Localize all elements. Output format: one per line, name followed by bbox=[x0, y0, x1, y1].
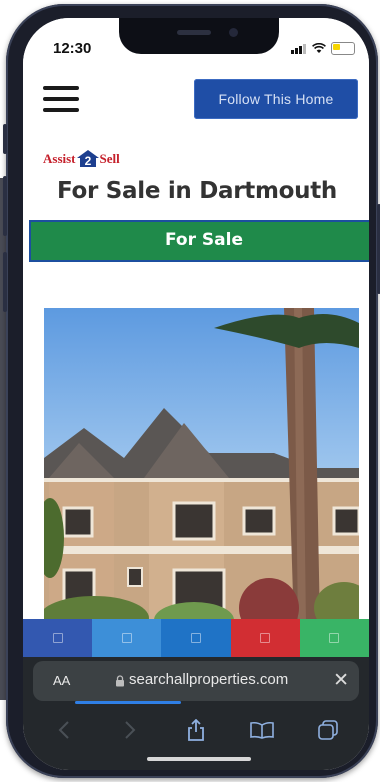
page-load-progress bbox=[75, 701, 181, 704]
share-button-1[interactable] bbox=[23, 619, 93, 657]
brand-logo: Assist 2 Sell bbox=[43, 150, 120, 167]
share-icon bbox=[121, 633, 132, 643]
back-icon[interactable] bbox=[50, 716, 78, 744]
logo-text-right: Sell bbox=[99, 150, 120, 166]
browser-toolbar bbox=[23, 713, 369, 747]
share-sheet-icon[interactable] bbox=[182, 716, 210, 744]
share-strip bbox=[23, 619, 369, 657]
volume-up-button bbox=[3, 176, 7, 236]
address-bar[interactable]: AA searchallproperties.com ✕ bbox=[33, 661, 359, 704]
logo-text-left: Assist bbox=[43, 150, 76, 166]
page-title: For Sale in Dartmouth bbox=[57, 178, 337, 204]
home-indicator[interactable] bbox=[147, 757, 251, 761]
logo-house-icon: 2 bbox=[76, 150, 99, 167]
status-banner: For Sale bbox=[31, 222, 369, 260]
logo-mark-digit: 2 bbox=[84, 154, 91, 167]
share-icon bbox=[260, 633, 271, 643]
status-banner-label: For Sale bbox=[165, 230, 243, 250]
cellular-signal-icon bbox=[291, 43, 307, 54]
share-button-4[interactable] bbox=[230, 619, 300, 657]
share-button-5[interactable] bbox=[299, 619, 369, 657]
volume-down-button bbox=[3, 252, 7, 312]
url-text[interactable]: searchallproperties.com bbox=[129, 671, 288, 688]
bookmarks-icon[interactable] bbox=[248, 716, 276, 744]
status-time: 12:30 bbox=[53, 40, 92, 57]
wifi-icon bbox=[312, 43, 326, 53]
hamburger-menu-icon[interactable] bbox=[43, 86, 79, 116]
status-icons bbox=[291, 42, 355, 55]
browser-chrome: AA searchallproperties.com ✕ bbox=[23, 657, 369, 770]
site-header: Follow This Home bbox=[23, 70, 369, 140]
house-photo-illustration bbox=[44, 308, 359, 628]
follow-home-button[interactable]: Follow This Home bbox=[194, 79, 358, 119]
share-icon bbox=[329, 633, 340, 643]
speaker-grille bbox=[177, 30, 211, 35]
phone-screen: 12:30 Follow This Home Assist 2 Sell For… bbox=[23, 18, 369, 770]
listing-photo[interactable] bbox=[44, 308, 359, 628]
share-icon bbox=[52, 633, 63, 643]
share-button-3[interactable] bbox=[161, 619, 231, 657]
share-button-2[interactable] bbox=[92, 619, 162, 657]
tabs-icon[interactable] bbox=[314, 716, 342, 744]
close-icon[interactable]: ✕ bbox=[333, 669, 349, 691]
status-bar: 12:30 bbox=[23, 18, 369, 70]
forward-icon[interactable] bbox=[116, 716, 144, 744]
battery-icon bbox=[331, 42, 355, 55]
reader-settings-button[interactable]: AA bbox=[53, 673, 70, 688]
mute-switch bbox=[3, 124, 7, 154]
share-icon bbox=[191, 633, 201, 643]
notch bbox=[119, 18, 279, 54]
phone-frame: 12:30 Follow This Home Assist 2 Sell For… bbox=[3, 4, 380, 778]
front-camera bbox=[229, 28, 238, 37]
lock-icon bbox=[116, 675, 124, 687]
